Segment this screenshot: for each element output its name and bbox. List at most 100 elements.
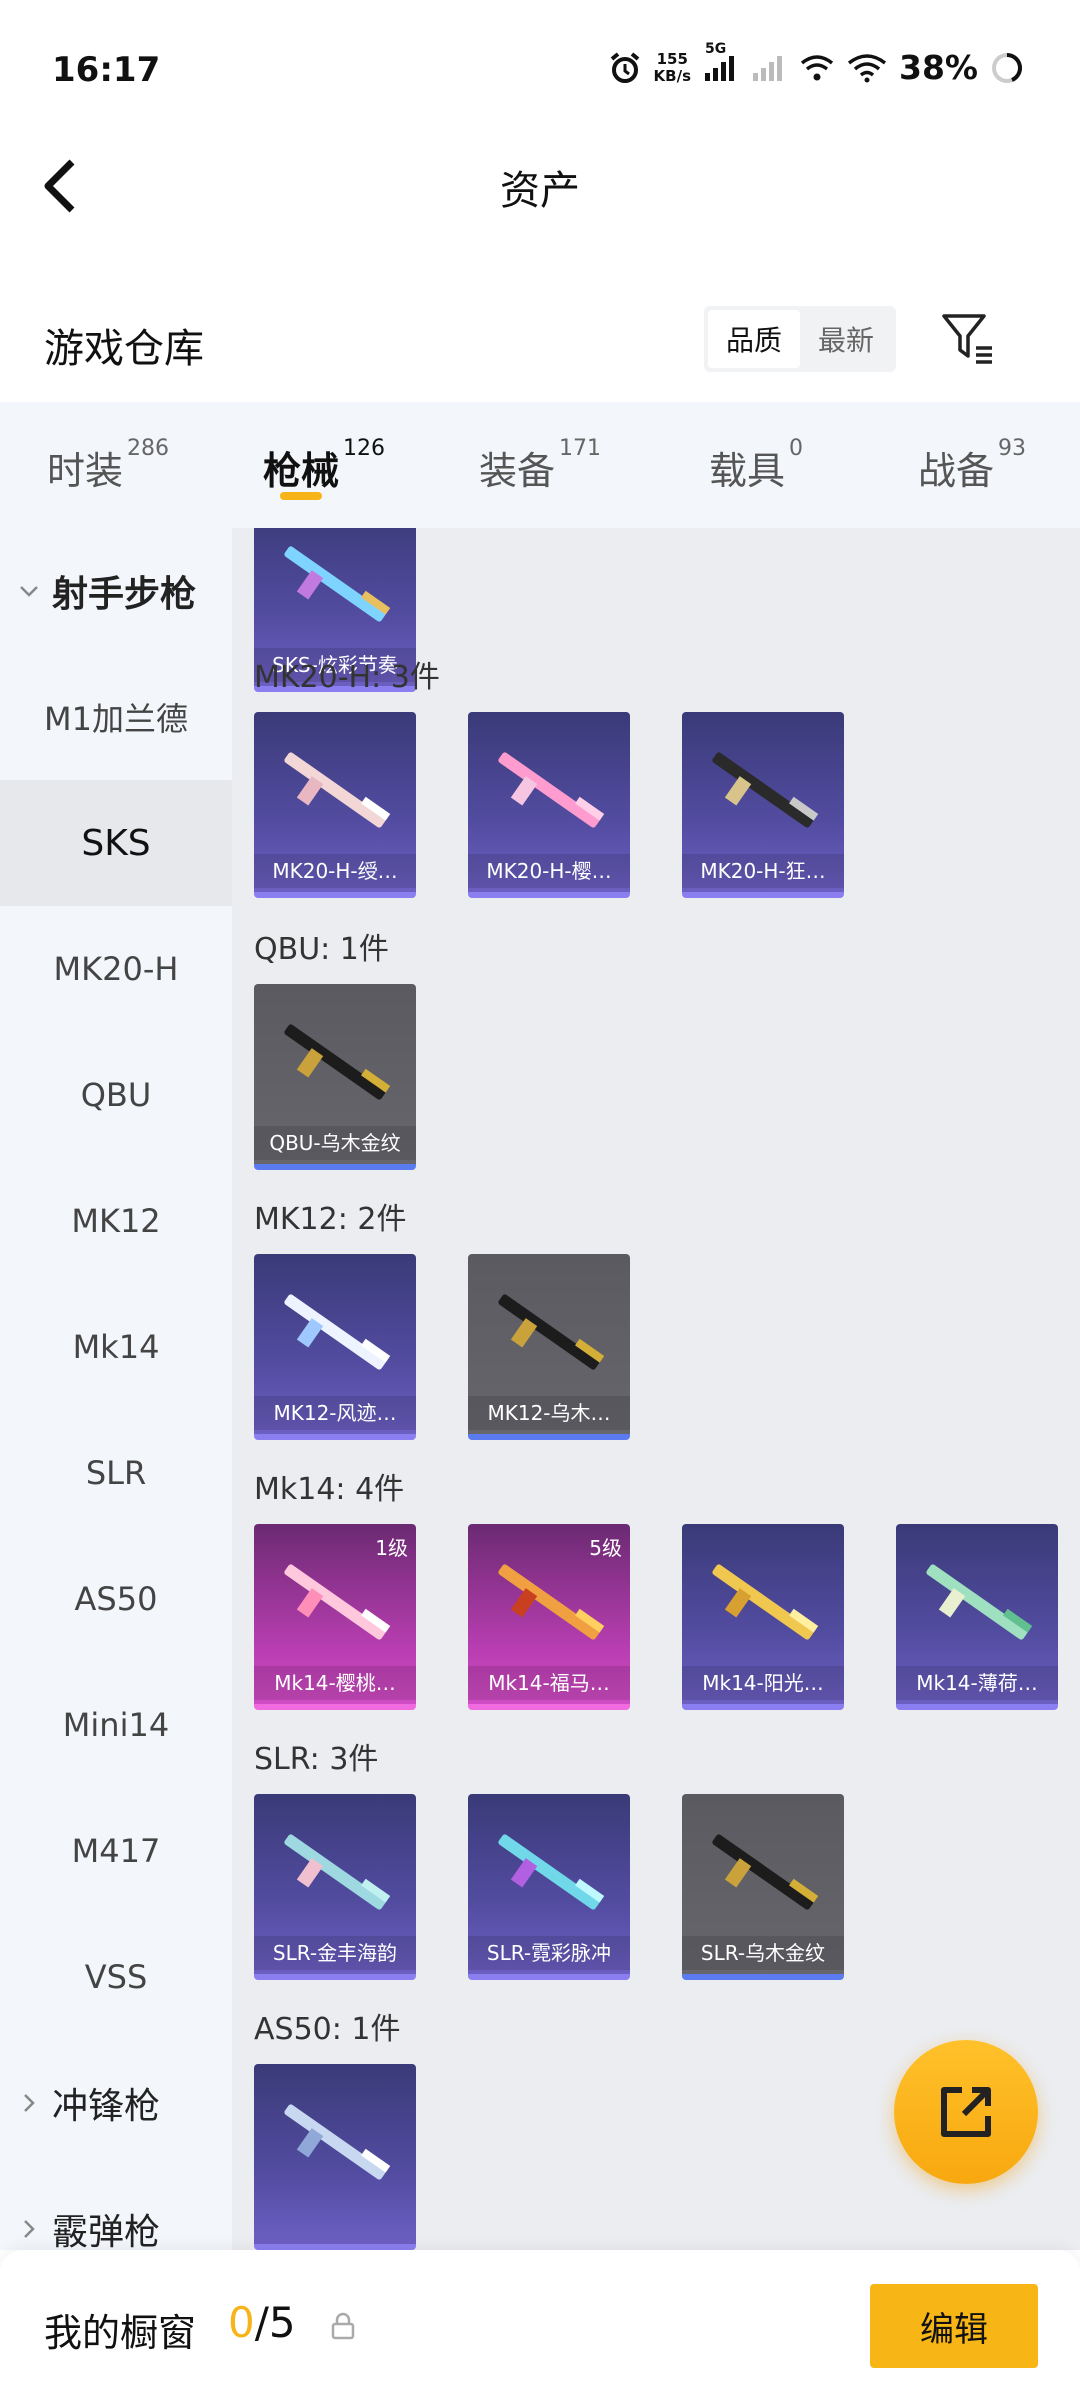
section-label: MK20-H: 3件 <box>254 660 440 695</box>
tab-firearms[interactable]: 枪械 126 <box>216 402 432 528</box>
sort-quality-button[interactable]: 品质 <box>708 310 800 368</box>
weapon-skin-card[interactable]: SLR-金丰海韵 <box>254 1794 416 1980</box>
card-name: Mk14-薄荷… <box>896 1666 1058 1700</box>
signal-weak-icon <box>751 53 787 83</box>
showcase-current: 0 <box>228 2298 255 2347</box>
weapon-skin-card[interactable]: MK12-风迹… <box>254 1254 416 1440</box>
weapon-skin-card[interactable]: MK20-H-狂… <box>682 712 844 898</box>
rifle-image-icon <box>712 1834 819 1910</box>
rifle-image-icon <box>498 1564 605 1640</box>
sidebar-item-mini14[interactable]: Mini14 <box>0 1662 232 1788</box>
weapon-skin-card[interactable]: MK20-H-绶… <box>254 712 416 898</box>
net-speed: 155 KB/s <box>654 49 691 85</box>
weapon-skin-card[interactable]: SLR-霓彩脉冲 <box>468 1794 630 1980</box>
alarm-icon <box>608 51 642 85</box>
card-name: Mk14-福马… <box>468 1666 630 1700</box>
filter-icon[interactable] <box>940 310 996 370</box>
tab-count: 0 <box>789 436 803 461</box>
showcase-count: 0/5 <box>228 2298 296 2347</box>
share-button[interactable] <box>894 2040 1038 2184</box>
tab-count: 126 <box>343 436 385 461</box>
card-name: MK20-H-狂… <box>682 854 844 888</box>
chevron-right-icon <box>24 2220 35 2238</box>
wifi-icon <box>847 53 887 83</box>
section-label: QBU: 1件 <box>254 932 389 967</box>
rifle-image-icon <box>284 546 391 622</box>
lock-icon <box>331 2312 355 2340</box>
sort-newest-button[interactable]: 最新 <box>800 310 892 368</box>
warehouse-title: 游戏仓库 <box>44 326 204 372</box>
weapon-skin-card[interactable]: 1级 Mk14-樱桃… <box>254 1524 416 1710</box>
weapon-skin-card[interactable]: QBU-乌木金纹 <box>254 984 416 1170</box>
sidebar-item-mk12[interactable]: MK12 <box>0 1158 232 1284</box>
weapon-skin-card[interactable] <box>254 2064 416 2250</box>
share-external-icon <box>941 2087 991 2137</box>
weapon-skin-card[interactable]: MK20-H-樱… <box>468 712 630 898</box>
edit-button[interactable]: 编辑 <box>870 2284 1038 2368</box>
sidebar-item-qbu[interactable]: QBU <box>0 1032 232 1158</box>
rifle-image-icon <box>498 752 605 828</box>
section-label: AS50: 1件 <box>254 2012 401 2047</box>
weapon-skin-card[interactable]: SLR-乌木金纹 <box>682 1794 844 1980</box>
sidebar-item-mk14[interactable]: Mk14 <box>0 1284 232 1410</box>
showcase-total: /5 <box>254 2298 296 2347</box>
card-name: Mk14-樱桃… <box>254 1666 416 1700</box>
chevron-down-icon <box>20 586 38 597</box>
card-name: SLR-霓彩脉冲 <box>468 1936 630 1970</box>
sidebar-group-shotgun[interactable]: 霰弹枪 <box>0 2166 232 2250</box>
tab-combat-supplies[interactable]: 战备 93 <box>864 402 1080 528</box>
sidebar-item-mk20-h[interactable]: MK20-H <box>0 906 232 1032</box>
rifle-image-icon <box>284 1294 391 1370</box>
sidebar-item-slr[interactable]: SLR <box>0 1410 232 1536</box>
sidebar-item-as50[interactable]: AS50 <box>0 1536 232 1662</box>
rifle-image-icon <box>284 1564 391 1640</box>
rifle-image-icon <box>284 1834 391 1910</box>
tab-count: 171 <box>559 436 601 461</box>
rifle-image-icon <box>284 1024 391 1100</box>
net-speed-value: 155 <box>656 49 688 68</box>
weapon-skin-card[interactable]: Mk14-阳光… <box>682 1524 844 1710</box>
tab-fashion[interactable]: 时装 286 <box>0 402 216 528</box>
active-tab-indicator <box>280 492 322 500</box>
card-name: SLR-乌木金纹 <box>682 1936 844 1970</box>
card-name: QBU-乌木金纹 <box>254 1126 416 1160</box>
tab-label: 时装 <box>46 449 123 493</box>
page-title: 资产 <box>500 168 580 214</box>
sidebar-group-label: 射手步枪 <box>52 574 197 615</box>
tab-vehicles[interactable]: 载具 0 <box>648 402 864 528</box>
weapon-skin-grid: SKS-炫彩节奏 MK20-H: 3件 MK20-H-绶… MK20-H-樱… … <box>232 528 1080 2250</box>
section-label: SLR: 3件 <box>254 1742 379 1777</box>
showcase-bar: 我的橱窗 0/5 编辑 <box>0 2250 1080 2400</box>
rifle-image-icon <box>498 1834 605 1910</box>
weapon-skin-card[interactable]: MK12-乌木… <box>468 1254 630 1440</box>
sidebar-group-marksman-rifles[interactable]: 射手步枪 <box>0 528 232 654</box>
tab-label: 枪械 <box>262 449 339 493</box>
tab-equipment[interactable]: 装备 171 <box>432 402 648 528</box>
sidebar-item-sks[interactable]: SKS <box>0 780 232 906</box>
sort-toggle: 品质 最新 <box>704 306 896 372</box>
card-name: MK12-乌木… <box>468 1396 630 1430</box>
top-nav: 资产 <box>0 140 1080 230</box>
sidebar-item-vss[interactable]: VSS <box>0 1914 232 2040</box>
showcase-label: 我的橱窗 <box>44 2311 197 2355</box>
rifle-image-icon <box>284 2104 391 2180</box>
chevron-right-icon <box>24 2094 35 2112</box>
rifle-image-icon <box>712 1564 819 1640</box>
sidebar-item-m417[interactable]: M417 <box>0 1788 232 1914</box>
section-label: MK12: 2件 <box>254 1202 407 1237</box>
network-type: 5G <box>705 40 727 57</box>
card-name: MK20-H-樱… <box>468 854 630 888</box>
rifle-image-icon <box>926 1564 1033 1640</box>
tab-label: 战备 <box>917 449 994 493</box>
sidebar-group-label: 霰弹枪 <box>52 2212 161 2250</box>
rifle-image-icon <box>712 752 819 828</box>
sidebar-group-label: 冲锋枪 <box>52 2086 161 2127</box>
tab-count: 93 <box>998 436 1026 461</box>
sidebar-group-smg[interactable]: 冲锋枪 <box>0 2040 232 2166</box>
weapon-skin-card[interactable]: 5级 Mk14-福马… <box>468 1524 630 1710</box>
card-name: MK20-H-绶… <box>254 854 416 888</box>
weapon-skin-card[interactable]: Mk14-薄荷… <box>896 1524 1058 1710</box>
sidebar-item-m1-garand[interactable]: M1加兰德 <box>0 654 232 780</box>
status-icons: 155 KB/s 5G 38% <box>608 41 1024 87</box>
battery-percent: 38% <box>899 48 978 87</box>
